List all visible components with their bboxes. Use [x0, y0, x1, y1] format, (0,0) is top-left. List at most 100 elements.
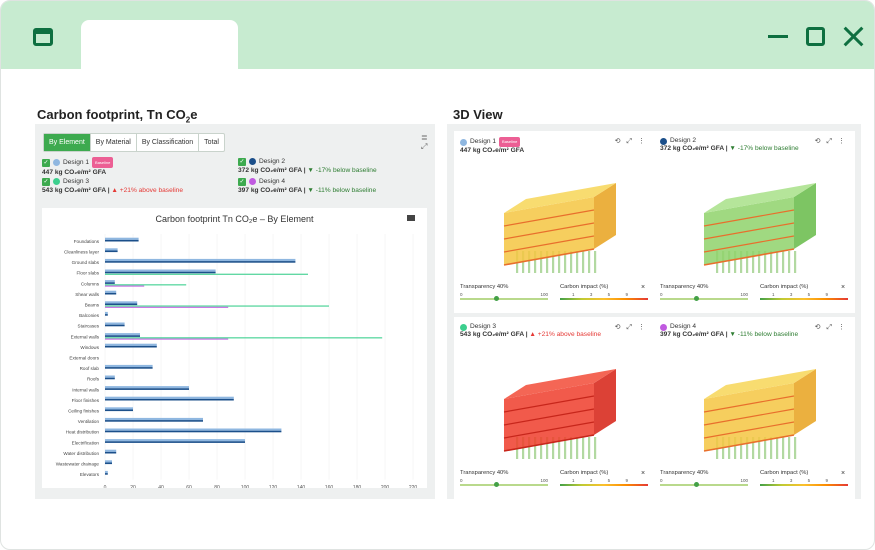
x-tick-label: 200 [381, 485, 390, 488]
x-tick-label: 100 [241, 485, 250, 488]
chart-settings-icon[interactable]: ≣ [421, 133, 428, 142]
x-tick-label: 0 [104, 485, 107, 488]
bar-design-2 [105, 367, 153, 369]
minimize-icon[interactable] [767, 25, 789, 47]
design-3-dot [53, 178, 60, 185]
view-header: Design 3 543 kg CO₂e/m² GFA | ▲ +21% abo… [460, 323, 601, 339]
impact-tick: 5 [807, 292, 811, 297]
view-card-design-2: Design 2 372 kg CO₂e/m² GFA | ▼ -17% bel… [654, 131, 855, 313]
carbon-impact-label: Carbon impact (%) [760, 470, 809, 476]
building-model [503, 369, 616, 459]
design-dot [660, 137, 667, 145]
design-dot [660, 323, 667, 331]
pile [782, 437, 785, 459]
x-tick-label: 80 [214, 485, 220, 488]
expand-icon[interactable]: ⤢ [421, 142, 427, 151]
bar-design-2 [105, 430, 282, 433]
category-label: External walls [71, 334, 100, 339]
transparency-slider[interactable] [660, 296, 748, 301]
bar-design-1 [105, 396, 234, 399]
view-delta: ▼ -11% below baseline [729, 331, 799, 338]
design-3-label: Design 3 [63, 178, 90, 185]
impact-tick: 3 [789, 292, 793, 297]
view-value: 397 kg CO₂e/m² GFA | [660, 331, 728, 338]
design-4-value: 397 kg CO₂e/m² GFA | [238, 187, 306, 194]
design-1-checkbox[interactable]: ✓ [42, 158, 50, 167]
design-4-dot [249, 178, 256, 185]
carbon-impact-scale [560, 298, 648, 300]
bar-design-1 [105, 343, 157, 346]
impact-tick: 3 [589, 478, 593, 483]
design-3-value: 543 kg CO₂e/m² GFA | [42, 187, 110, 194]
design-3-checkbox[interactable]: ✓ [42, 177, 50, 186]
transparency-range: 0 100 [660, 478, 748, 483]
bar-design-1 [105, 449, 117, 452]
transparency-slider[interactable] [460, 482, 548, 487]
impact-tick: 3 [789, 478, 793, 483]
close-icon[interactable] [842, 25, 864, 47]
view-tools-icons[interactable]: ⟲ ⤢ ⋮ [615, 137, 647, 146]
bar-design-2 [105, 398, 234, 401]
bar-design-1 [105, 386, 189, 389]
pile [788, 251, 791, 273]
baseline-badge: Baseline [499, 137, 521, 147]
tab-total[interactable]: Total [199, 134, 224, 151]
bar-design-2 [105, 282, 115, 284]
browser-tab[interactable] [81, 20, 238, 70]
bar-design-1 [105, 417, 203, 421]
app-window: Carbon footprint, Tn CO2e 3D View By Ele… [0, 0, 875, 550]
close-view-icon[interactable]: × [641, 470, 645, 477]
category-label: External doors [69, 356, 99, 361]
view-tools-icons[interactable]: ⟲ ⤢ ⋮ [815, 323, 847, 332]
transparency-range: 0 100 [460, 292, 548, 297]
design-2-legend: ✓ Design 2 372 kg CO₂e/m² GFA | ▼ -17% be… [238, 157, 377, 175]
impact-tick: 9 [625, 478, 628, 483]
category-label: Floor slabs [77, 271, 100, 276]
view-delta: ▼ -17% below baseline [729, 145, 799, 152]
design-4-checkbox[interactable]: ✓ [238, 177, 246, 186]
design-dot [460, 138, 467, 146]
view-tools-icons[interactable]: ⟲ ⤢ ⋮ [615, 323, 647, 332]
bar-design-1 [105, 311, 108, 315]
maximize-icon[interactable] [806, 27, 825, 46]
bar-design-2 [105, 420, 203, 422]
tab-by-element[interactable]: By Element [44, 134, 91, 151]
close-view-icon[interactable]: × [841, 284, 845, 291]
bar-design-1 [105, 290, 117, 293]
pile [570, 437, 573, 459]
category-label: Water distribution [63, 451, 99, 456]
bar-design-4 [105, 285, 145, 287]
range-max: 100 [740, 292, 748, 297]
category-label: Roof slab [80, 366, 100, 371]
category-label: Ground slabs [72, 260, 100, 265]
category-label: Beams [85, 303, 100, 308]
impact-tick: 1 [772, 292, 775, 297]
range-min: 0 [460, 292, 463, 297]
range-min: 0 [460, 478, 463, 483]
pile [576, 251, 579, 273]
view-tools-icons[interactable]: ⟲ ⤢ ⋮ [815, 137, 847, 146]
close-view-icon[interactable]: × [641, 284, 645, 291]
impact-tick: 5 [807, 478, 811, 483]
bar-design-2 [105, 250, 118, 253]
x-tick-label: 140 [297, 485, 306, 488]
design-2-checkbox[interactable]: ✓ [238, 157, 246, 166]
bar-design-2 [105, 335, 140, 337]
tab-by-classification[interactable]: By Classification [137, 134, 200, 151]
bar-design-1 [105, 364, 153, 368]
range-max: 100 [540, 292, 548, 297]
view-design-name: Design 1 [470, 138, 497, 145]
close-view-icon[interactable]: × [841, 470, 845, 477]
tab-by-material[interactable]: By Material [91, 134, 137, 151]
pile [770, 251, 773, 273]
bar-design-2 [105, 239, 139, 242]
bar-design-3 [105, 273, 308, 275]
baseline-badge: Baseline [92, 157, 114, 168]
pile [594, 437, 597, 459]
category-label: Ceiling finishes [68, 409, 100, 414]
bar-design-2 [105, 271, 216, 274]
transparency-slider[interactable] [460, 296, 548, 301]
bar-design-3 [105, 284, 187, 286]
x-tick-label: 120 [269, 485, 278, 488]
transparency-slider[interactable] [660, 482, 748, 487]
